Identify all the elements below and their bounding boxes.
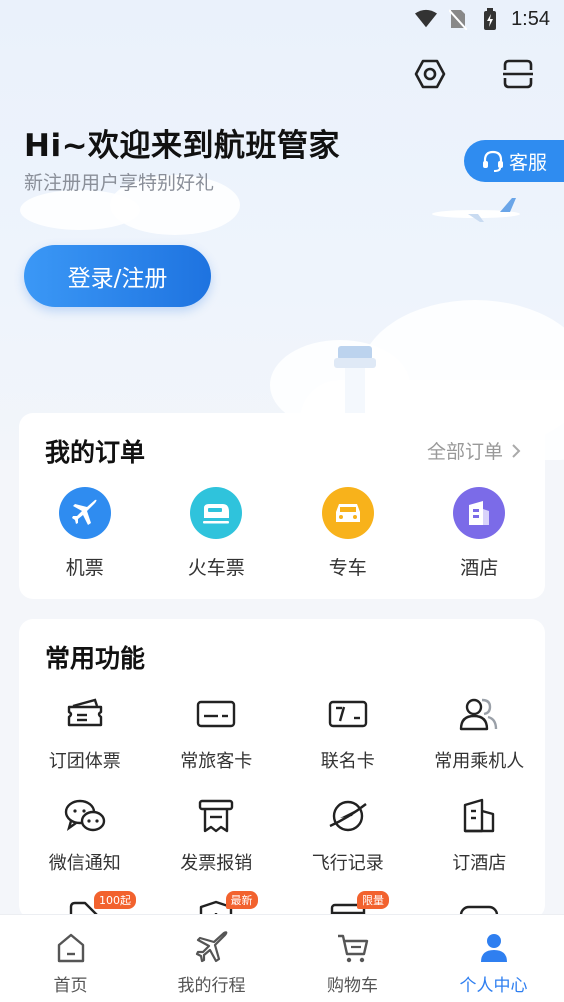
function-flight-record[interactable]: 飞行记录 [282, 795, 414, 875]
invoice-icon [194, 795, 238, 837]
flight-record-icon [326, 795, 370, 837]
trip-icon [195, 931, 229, 965]
order-label: 机票 [65, 557, 104, 579]
order-flight-ticket[interactable]: 机票 [19, 487, 151, 580]
tab-label: 我的行程 [177, 976, 246, 996]
welcome-title: Hi~欢迎来到航班管家 [24, 128, 341, 164]
function-frequent-flyer-card[interactable]: 常旅客卡 [151, 693, 283, 773]
train-icon [190, 487, 243, 539]
order-label: 专车 [328, 557, 367, 579]
function-wechat-notify[interactable]: 微信通知 [19, 795, 151, 875]
function-label: 飞行记录 [311, 853, 384, 874]
group-ticket-icon [63, 693, 107, 735]
function-co-brand-card[interactable]: 联名卡 [282, 693, 414, 773]
frequent-flyer-card-icon [194, 693, 238, 735]
home-icon [54, 931, 88, 965]
my-orders-title: 我的订单 [45, 438, 146, 467]
function-label: 订酒店 [452, 853, 507, 874]
battery-charging-icon [479, 8, 501, 30]
hotel-icon [453, 487, 506, 539]
function-book-hotel[interactable]: 订酒店 [414, 795, 546, 875]
tab-home[interactable]: 首页 [0, 915, 141, 1002]
all-orders-link[interactable]: 全部订单 [427, 437, 521, 464]
tab-label: 购物车 [327, 976, 378, 996]
badge-label: 100起 [94, 891, 136, 909]
order-label: 酒店 [460, 557, 499, 579]
customer-service-label: 客服 [508, 151, 547, 174]
all-orders-label: 全部订单 [426, 441, 503, 463]
badge-label: 限量 [357, 891, 389, 909]
function-invoice[interactable]: 发票报销 [151, 795, 283, 875]
welcome-subtitle: 新注册用户享特别好礼 [24, 172, 215, 194]
wechat-icon [63, 795, 107, 837]
login-register-button[interactable]: 登录/注册 [24, 245, 211, 307]
co-brand-card-icon [326, 693, 370, 735]
common-functions-title: 常用功能 [45, 644, 146, 673]
tab-label: 首页 [53, 976, 88, 996]
customer-service-button[interactable]: 客服 [464, 140, 564, 182]
order-label: 火车票 [187, 557, 245, 579]
status-time: 1:54 [511, 7, 550, 30]
order-hotel[interactable]: 酒店 [414, 487, 546, 580]
control-tower-illustration [334, 346, 376, 420]
function-group-ticket[interactable]: 订团体票 [19, 693, 151, 773]
function-label: 常用乘机人 [434, 751, 525, 772]
top-actions [412, 56, 536, 92]
cart-icon [336, 931, 370, 965]
order-car[interactable]: 专车 [282, 487, 414, 580]
headset-icon [482, 150, 503, 172]
order-train-ticket[interactable]: 火车票 [151, 487, 283, 580]
function-label: 联名卡 [320, 751, 375, 772]
tab-profile[interactable]: 个人中心 [423, 915, 564, 1002]
wifi-icon [415, 8, 438, 30]
profile-icon [477, 931, 511, 965]
bottom-tab-bar: 首页 我的行程 购物车 个人中心 [0, 914, 564, 1002]
airplane-illustration [432, 198, 520, 222]
my-orders-card: 我的订单 全部订单 机票 火车票 专车 酒店 [19, 413, 545, 599]
car-icon [321, 487, 374, 539]
badge-label: 最新 [225, 891, 258, 909]
function-label: 微信通知 [48, 853, 121, 874]
passengers-icon [457, 693, 501, 735]
no-sim-icon [447, 8, 469, 30]
tab-cart[interactable]: 购物车 [282, 915, 423, 1002]
function-frequent-passengers[interactable]: 常用乘机人 [414, 693, 546, 773]
tab-label: 个人中心 [459, 976, 528, 996]
function-label: 发票报销 [180, 853, 253, 874]
settings-gear-icon[interactable] [412, 56, 448, 92]
book-hotel-icon [457, 795, 501, 837]
common-functions-card: 常用功能 订团体票 常旅客卡 联名卡 常用乘机人 微信通知 发票报销 飞行记录 … [19, 619, 545, 919]
status-bar: 1:54 [0, 0, 564, 38]
function-label: 常旅客卡 [180, 751, 253, 772]
chevron-right-icon [512, 443, 521, 458]
tab-my-trips[interactable]: 我的行程 [141, 915, 282, 1002]
function-label: 订团体票 [48, 751, 121, 772]
scan-icon[interactable] [500, 56, 536, 92]
airplane-icon [58, 487, 111, 539]
